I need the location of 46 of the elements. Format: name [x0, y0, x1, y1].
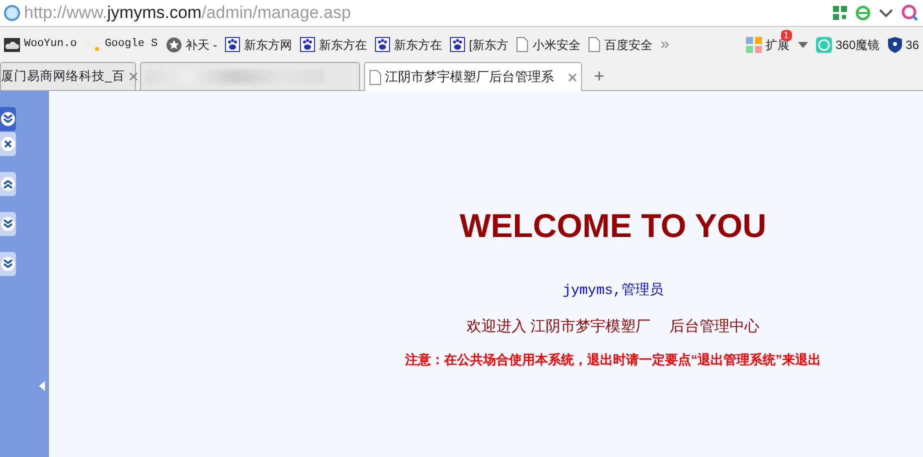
bookmark-link[interactable]: 小米安全: [532, 36, 580, 54]
qr-code-icon[interactable]: [833, 6, 847, 20]
bookmark-link[interactable]: [新东方: [468, 36, 508, 54]
notice-text: 注意：在公共场合使用本系统，退出时请一定要点“退出管理系统”来退出: [404, 351, 822, 369]
search-icon[interactable]: [901, 4, 919, 22]
bookmark-link[interactable]: 百度安全: [604, 36, 652, 54]
sidebar-toggle-button[interactable]: [0, 172, 16, 196]
globe-icon: [4, 5, 20, 21]
paw-icon: [224, 37, 240, 52]
bookmark-link[interactable]: 新东方在: [318, 36, 367, 54]
close-icon[interactable]: [568, 72, 577, 82]
caret-icon[interactable]: [798, 42, 808, 48]
page-icon: [369, 70, 381, 84]
page-icon: [516, 37, 528, 52]
extensions-icon: [746, 36, 762, 52]
cloud-icon: [4, 38, 20, 52]
paw-icon: [450, 37, 465, 52]
user-greeting: jymyms,管理员: [562, 280, 664, 300]
sidebar-toggle-button[interactable]: [0, 252, 16, 276]
toolbar-app[interactable]: 36: [906, 36, 919, 54]
toolbar-app[interactable]: 360魔镜: [836, 36, 880, 54]
bookmark-link[interactable]: 补天 -: [186, 36, 217, 54]
collapse-arrow-icon[interactable]: [39, 381, 45, 391]
welcome-message: 欢迎进入 江阴市梦宇模塑厂 后台管理中心: [465, 316, 761, 336]
bookmark-link[interactable]: 新东方网: [244, 36, 292, 54]
sidebar-toggle-button[interactable]: [0, 212, 16, 236]
welcome-title: WELCOME TO YOU: [458, 206, 768, 246]
bookmark-link[interactable]: Google S: [104, 36, 158, 53]
page-icon: [588, 37, 600, 52]
paw-icon: [300, 37, 315, 52]
tab-title: 江阴市梦宇模塑厂后台管理系: [385, 68, 554, 86]
new-tab-button[interactable]: +: [586, 62, 613, 90]
tab-title: 厦门易商网络科技_百: [1, 68, 125, 86]
notification-badge: 1: [780, 30, 792, 40]
close-icon[interactable]: [128, 72, 138, 81]
smiley-icon: [816, 36, 832, 52]
bookmark-link[interactable]: 新东方在: [394, 36, 442, 54]
browser-tab[interactable]: 江阴市梦宇模塑厂后台管理系: [364, 62, 582, 91]
bookmark-link[interactable]: WooYun.o: [24, 36, 77, 53]
sidebar-toggle-button[interactable]: [0, 107, 16, 131]
shield-icon: [888, 36, 902, 52]
paw-icon: [374, 37, 390, 52]
browser-tab[interactable]: 厦门易商网络科技_百: [0, 62, 136, 90]
chevron-down-icon[interactable]: [879, 8, 893, 18]
sidebar-toggle-button[interactable]: [0, 132, 16, 156]
url-field[interactable]: http://www.jymyms.com/admin/manage.asp: [24, 0, 351, 26]
